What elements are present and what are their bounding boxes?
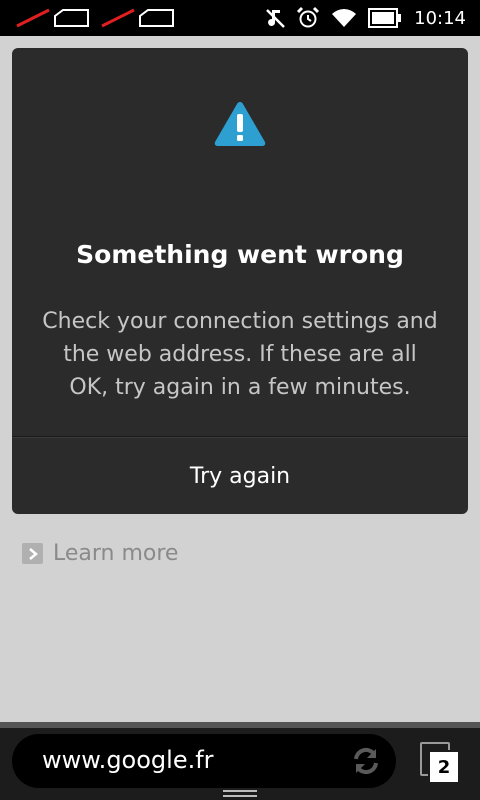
warning-icon bbox=[213, 100, 267, 152]
refresh-icon[interactable] bbox=[352, 747, 380, 779]
wifi-icon bbox=[330, 7, 358, 29]
sim2-no-signal-icon bbox=[100, 8, 176, 28]
tabs-button[interactable]: 2 bbox=[420, 742, 460, 784]
error-card: Something went wrong Check your connecti… bbox=[12, 48, 468, 514]
alarm-icon bbox=[296, 6, 320, 30]
error-message: Check your connection settings and the w… bbox=[42, 309, 438, 400]
error-title: Something went wrong bbox=[76, 240, 404, 269]
sim1-no-signal-icon bbox=[15, 8, 91, 28]
status-bar: 10:14 bbox=[0, 0, 480, 36]
battery-icon bbox=[368, 8, 402, 28]
learn-more-link[interactable]: Learn more bbox=[22, 541, 178, 566]
menu-handle[interactable] bbox=[223, 790, 257, 800]
browser-toolbar: www.google.fr 2 bbox=[0, 722, 480, 800]
mute-icon bbox=[264, 7, 286, 29]
address-bar[interactable]: www.google.fr bbox=[12, 734, 396, 788]
toolbar-edge bbox=[0, 722, 480, 728]
chevron-right-icon bbox=[22, 543, 43, 564]
clock: 10:14 bbox=[414, 7, 466, 29]
try-again-button[interactable]: Try again bbox=[12, 438, 468, 514]
learn-more-label: Learn more bbox=[53, 541, 179, 566]
tab-count: 2 bbox=[428, 750, 460, 784]
url-text: www.google.fr bbox=[42, 746, 214, 774]
